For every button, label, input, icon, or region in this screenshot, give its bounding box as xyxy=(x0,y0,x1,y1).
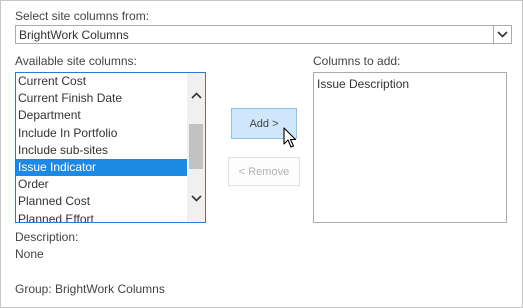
mouse-pointer-icon xyxy=(283,127,297,148)
list-item[interactable]: Planned Effort xyxy=(16,211,187,223)
list-item[interactable]: Include In Portfolio xyxy=(16,125,187,142)
list-item[interactable]: Issue Description xyxy=(317,77,409,91)
scroll-down-icon[interactable] xyxy=(187,190,205,207)
description-value: None xyxy=(15,247,44,261)
select-from-label: Select site columns from: xyxy=(15,9,150,23)
available-columns-items: Current Cost Current Finish Date Departm… xyxy=(16,73,187,223)
available-columns-label: Available site columns: xyxy=(15,54,137,68)
scroll-up-icon[interactable] xyxy=(187,87,205,104)
description-label: Description: xyxy=(15,230,79,244)
available-columns-list[interactable]: Current Cost Current Finish Date Departm… xyxy=(15,72,206,223)
list-item[interactable]: Department xyxy=(16,107,187,124)
columns-to-add-list[interactable]: Issue Description xyxy=(313,72,507,223)
group-text: Group: BrightWork Columns xyxy=(15,282,165,296)
chevron-down-icon[interactable] xyxy=(493,26,511,43)
list-item[interactable]: Order xyxy=(16,176,187,193)
remove-button[interactable]: < Remove xyxy=(228,157,300,186)
list-item[interactable]: Include sub-sites xyxy=(16,142,187,159)
list-item[interactable]: Current Finish Date xyxy=(16,90,187,107)
list-item-selected[interactable]: Issue Indicator xyxy=(16,158,187,177)
list-item[interactable]: Current Cost xyxy=(16,73,187,90)
columns-to-add-label: Columns to add: xyxy=(313,54,401,68)
site-columns-group-select[interactable]: BrightWork Columns xyxy=(15,25,512,44)
list-item[interactable]: Planned Cost xyxy=(16,193,187,210)
select-value: BrightWork Columns xyxy=(19,28,129,42)
list-scrollbar[interactable] xyxy=(187,73,205,222)
scrollbar-thumb[interactable] xyxy=(189,124,203,169)
